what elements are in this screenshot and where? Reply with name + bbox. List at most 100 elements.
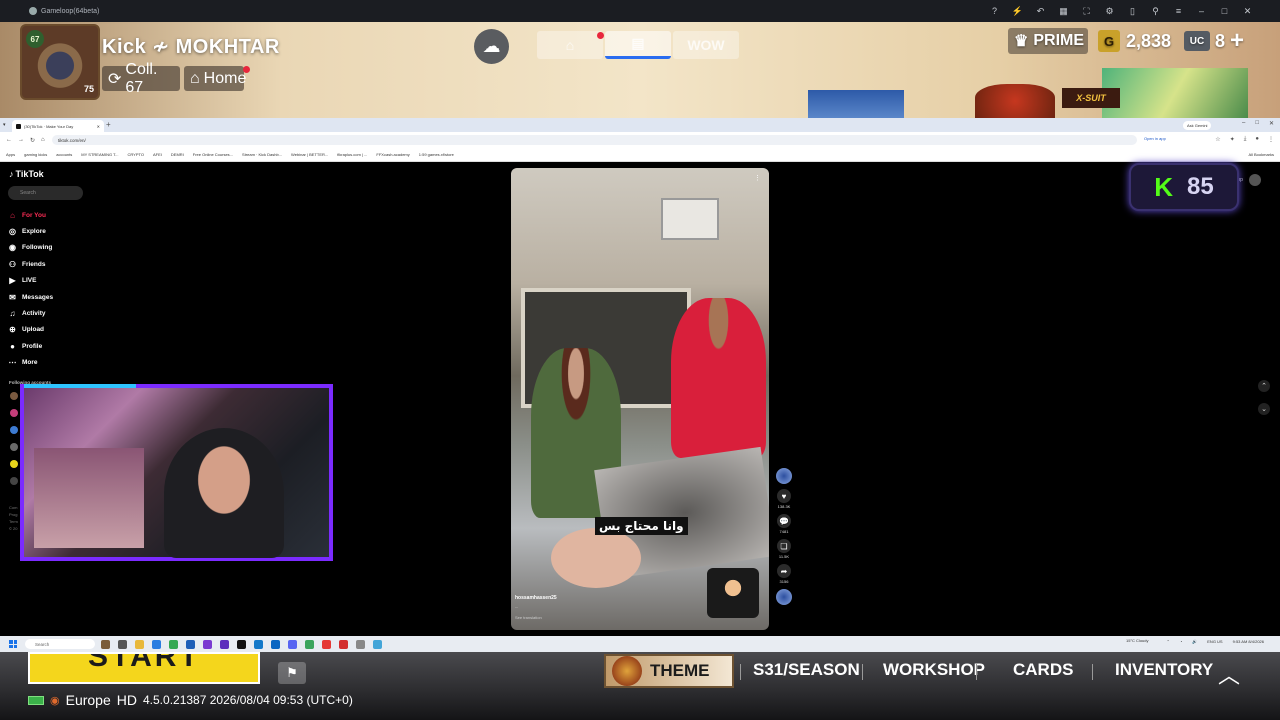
bookmark-9[interactable]: Webinar | BETTER... bbox=[291, 152, 328, 157]
bookmark-12[interactable]: 1:59 games.xf/store bbox=[419, 152, 454, 157]
bookmark-11[interactable]: FFXcash.academy bbox=[376, 152, 409, 157]
x-icon[interactable] bbox=[237, 639, 246, 649]
uc-balance[interactable]: UC 8 + bbox=[1184, 27, 1244, 55]
browser-menu-icon[interactable]: ⋮ bbox=[1268, 136, 1274, 143]
comment-icon[interactable]: 💬 bbox=[777, 514, 791, 528]
following-account-avatar[interactable] bbox=[10, 460, 18, 468]
taskbar-app-icon[interactable] bbox=[118, 639, 127, 649]
theme-button[interactable]: THEME bbox=[604, 654, 734, 688]
bookmark-1[interactable]: gaming kicks bbox=[24, 152, 47, 157]
season-button[interactable]: S31/SEASON bbox=[753, 660, 860, 680]
g-coin-balance[interactable]: G 2,838 bbox=[1098, 28, 1171, 54]
taskbar-app-icon[interactable] bbox=[373, 639, 382, 649]
following-account-avatar[interactable] bbox=[10, 443, 18, 451]
video-menu-icon[interactable]: ⋮ bbox=[754, 174, 763, 183]
forward-icon[interactable]: → bbox=[18, 137, 24, 144]
new-tab-button[interactable]: + bbox=[106, 120, 111, 129]
mode-tab-1[interactable]: ⌂ bbox=[537, 31, 603, 59]
tiktok-logo[interactable]: ♪ TikTok bbox=[9, 169, 44, 179]
browser-maximize-icon[interactable]: □ bbox=[1255, 120, 1259, 127]
network-icon[interactable]: ◔ bbox=[1180, 639, 1182, 644]
banner-art-character[interactable] bbox=[1102, 68, 1248, 118]
workshop-button[interactable]: WORKSHOP bbox=[883, 660, 985, 680]
minimize-icon[interactable]: – bbox=[1195, 5, 1208, 17]
bookmark-action[interactable]: ❏ 11.5K bbox=[775, 539, 793, 559]
heart-icon[interactable]: ♥ bbox=[777, 489, 791, 503]
file-explorer-icon[interactable] bbox=[135, 639, 144, 649]
keyboard-icon[interactable]: ▦ bbox=[1057, 5, 1070, 17]
home-browser-icon[interactable]: ⌂ bbox=[41, 137, 45, 144]
weather-widget[interactable]: 15°C Cloudy bbox=[1126, 638, 1149, 643]
tab-close-icon[interactable]: ✕ bbox=[97, 124, 100, 129]
help-icon[interactable]: ? bbox=[988, 5, 1001, 17]
inventory-button[interactable]: INVENTORY bbox=[1115, 660, 1213, 680]
bookmark-8[interactable]: Stream · Kick Dashb... bbox=[242, 152, 282, 157]
next-video-icon[interactable]: ⌄ bbox=[1258, 403, 1270, 415]
chrome-icon[interactable] bbox=[169, 639, 178, 649]
nav-item-messages[interactable]: ✉ Messages bbox=[8, 289, 128, 305]
pin-icon[interactable]: ⚲ bbox=[1149, 5, 1162, 17]
profile-browser-icon[interactable]: ● bbox=[1255, 136, 1259, 143]
sound-action[interactable] bbox=[775, 589, 793, 605]
tiktok-search-input[interactable]: Search bbox=[8, 186, 83, 200]
footer-line[interactable]: Com bbox=[9, 504, 18, 511]
all-bookmarks[interactable]: All Bookmarks bbox=[1248, 152, 1274, 157]
boost-icon[interactable]: ⚡ bbox=[1011, 5, 1024, 17]
linkedin-icon[interactable] bbox=[271, 639, 280, 649]
player-name[interactable]: Kick ≁ MOKHTAR bbox=[102, 34, 280, 59]
previous-video-icon[interactable]: ⌃ bbox=[1258, 380, 1270, 392]
event-banner[interactable]: X-SUIT bbox=[1062, 88, 1120, 108]
cloud-upload-button[interactable]: ☁ bbox=[474, 29, 509, 64]
player-avatar[interactable]: 67 75 bbox=[20, 24, 100, 100]
taskbar-app-icon[interactable] bbox=[356, 639, 365, 649]
discord-icon[interactable] bbox=[288, 639, 297, 649]
taskbar-app-icon[interactable] bbox=[254, 639, 263, 649]
back-icon[interactable]: ← bbox=[6, 137, 12, 144]
fullscreen-icon[interactable]: ⛶ bbox=[1080, 5, 1093, 17]
creator-avatar[interactable] bbox=[776, 468, 792, 484]
taskbar-app-icon[interactable] bbox=[322, 639, 331, 649]
settings-icon[interactable]: ⚙ bbox=[1103, 5, 1116, 17]
flag-icon[interactable]: ⚑ bbox=[278, 662, 306, 684]
nav-item-profile[interactable]: ● Profile bbox=[8, 338, 128, 354]
language-indicator[interactable]: ENG US bbox=[1207, 639, 1222, 644]
user-avatar[interactable] bbox=[1248, 174, 1261, 186]
see-translation-link[interactable]: See translation bbox=[515, 615, 542, 620]
like-action[interactable]: ♥ 138.3K bbox=[775, 489, 793, 509]
video-username[interactable]: hossamhassen25 bbox=[515, 595, 557, 601]
bookmark-0[interactable]: Apps bbox=[6, 152, 15, 157]
taskbar-clock[interactable]: 9:53 AM 8/4/2026 bbox=[1233, 639, 1264, 644]
collection-button[interactable]: ⟳ Coll. 67 bbox=[102, 61, 180, 96]
nav-item-activity[interactable]: ♫ Activity bbox=[8, 305, 128, 321]
taskbar-app-icon[interactable] bbox=[305, 639, 314, 649]
share-icon[interactable]: ➦ bbox=[777, 564, 791, 578]
home-button[interactable]: ⌂ Home bbox=[184, 66, 246, 91]
following-account-avatar[interactable] bbox=[10, 477, 18, 485]
menu-icon[interactable]: ≡ bbox=[1172, 5, 1185, 17]
address-bar[interactable]: tiktok.com/en/ bbox=[52, 135, 1137, 145]
add-uc-button[interactable]: + bbox=[1230, 27, 1244, 55]
open-in-app-button[interactable]: Open in app bbox=[1144, 136, 1166, 141]
following-account-avatar[interactable] bbox=[10, 392, 18, 400]
tab-search-icon[interactable]: ▾ bbox=[3, 122, 6, 128]
extension-icon[interactable]: ✦ bbox=[1230, 136, 1235, 143]
nav-item-upload[interactable]: ⊕ Upload bbox=[8, 322, 128, 338]
browser-minimize-icon[interactable]: – bbox=[1242, 120, 1245, 127]
mode-tab-wow[interactable]: WOW bbox=[673, 31, 739, 59]
nav-item-more[interactable]: ⋯ More bbox=[8, 355, 128, 371]
footer-line[interactable]: Prog bbox=[9, 511, 18, 518]
video-player[interactable]: وانا محتاج بس ⋮ hossamhassen25 ... See t… bbox=[511, 168, 769, 630]
reload-icon[interactable]: ↻ bbox=[30, 137, 35, 144]
edge-icon[interactable] bbox=[152, 639, 161, 649]
bookmark-icon[interactable]: ❏ bbox=[777, 539, 791, 553]
mode-tab-2[interactable]: ▤ bbox=[605, 31, 671, 59]
bookmark-5[interactable]: AFEI bbox=[153, 152, 162, 157]
browser-close-icon[interactable]: ✕ bbox=[1269, 120, 1274, 127]
bookmark-3[interactable]: MY STREAMING T... bbox=[81, 152, 118, 157]
taskbar-app-icon[interactable] bbox=[203, 639, 212, 649]
nav-item-for-you[interactable]: ⌂ For You bbox=[8, 207, 128, 223]
prime-button[interactable]: ♛ PRIME bbox=[1008, 28, 1088, 54]
following-account-avatar[interactable] bbox=[10, 426, 18, 434]
taskbar-app-icon[interactable] bbox=[220, 639, 229, 649]
nav-item-following[interactable]: ◉ Following bbox=[8, 240, 128, 256]
